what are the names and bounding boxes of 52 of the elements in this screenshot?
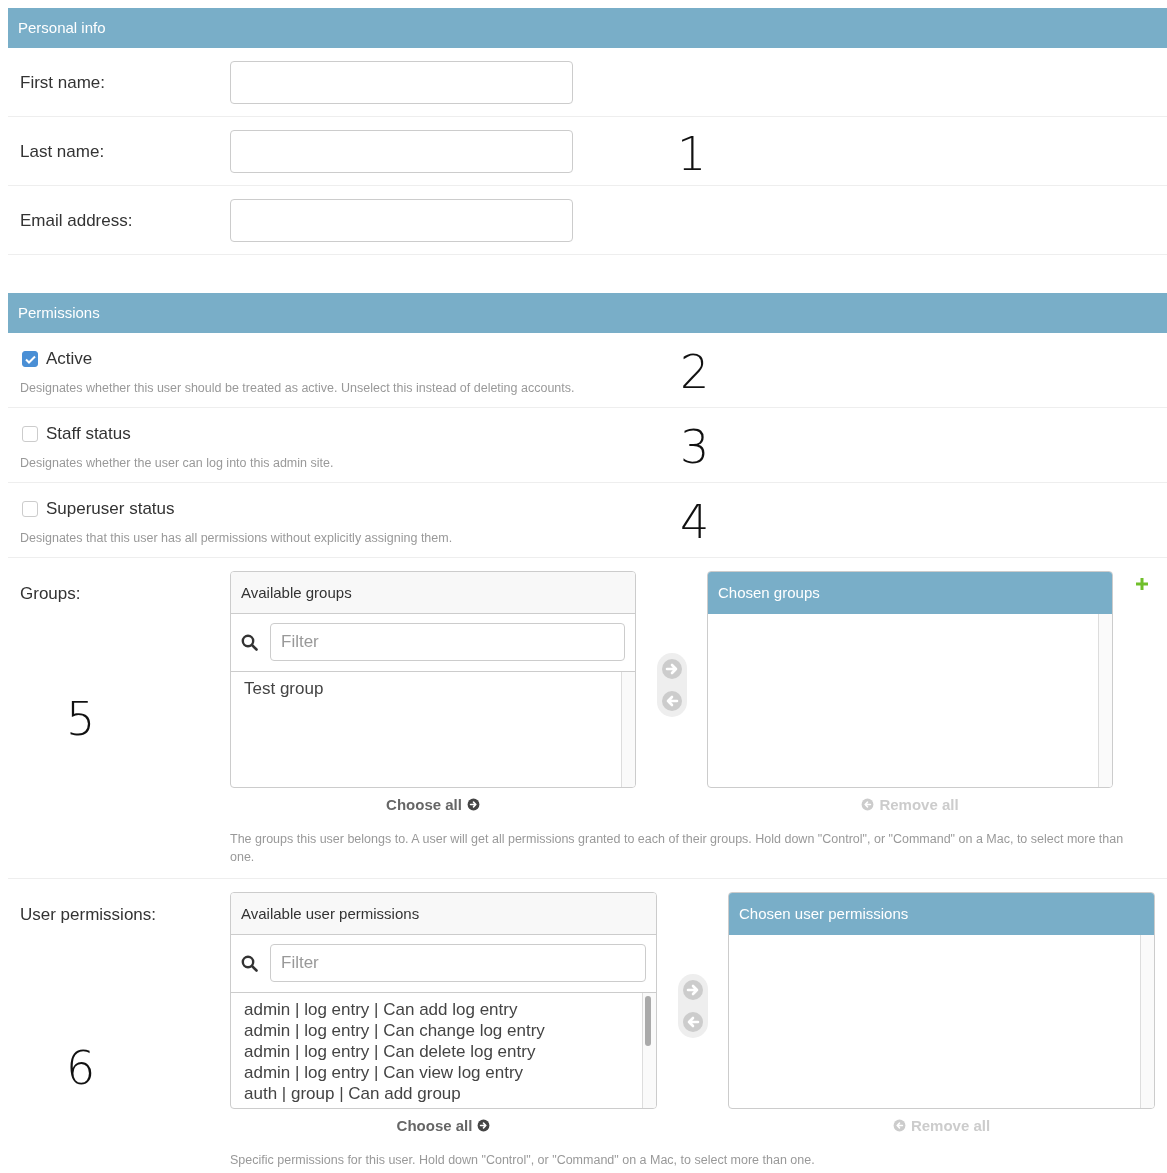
panel-title: Chosen groups [708,572,1112,614]
text-input[interactable] [230,130,573,173]
arrow-icon [466,798,480,811]
panel-title: Chosen user permissions [729,893,1154,935]
panel-title: Available groups [231,572,635,614]
scrollbar-track[interactable] [1098,614,1112,787]
annotation-number: 3 [680,424,710,470]
list-option[interactable]: admin | log entry | Can delete log entry [244,1041,629,1062]
scrollbar-thumb[interactable] [645,996,651,1046]
field-label: Last name: [20,141,106,163]
list-option[interactable]: admin | log entry | Can add log entry [244,999,629,1020]
list-option[interactable]: admin | log entry | Can change log entry [244,1020,629,1041]
checkbox[interactable] [22,426,38,442]
choose-all-link[interactable]: Choose all [386,796,480,813]
filter-field[interactable]: Filter [270,944,646,982]
field-label: First name: [20,72,107,94]
checkbox-label: Staff status [46,424,131,444]
help-text: Designates whether the user can log into this admin site. [20,455,335,472]
checkbox-label: Active [46,349,93,369]
text-input[interactable] [230,199,573,242]
annotation-number: 2 [680,349,710,395]
arrow-icon [861,798,875,811]
annotation-number: 6 [66,1045,97,1091]
scrollbar-track[interactable] [1140,935,1154,1108]
text-input[interactable] [230,61,573,104]
checkbox-label: Superuser status [46,499,175,519]
scrollbar-track[interactable] [642,993,656,1108]
help-text: The groups this user belongs to. A user will get all permissions granted to each of their groups. Hold down "Control", or "Command" on a Mac, to select more than one. [230,831,1125,866]
field-label: Groups: [20,584,82,604]
help-text: Designates whether this user should be treated as active. Unselect this instead of deleting accounts. [20,380,576,397]
search-icon [241,633,258,651]
filter-field[interactable]: Filter [270,623,625,661]
search-icon [241,954,258,972]
list-option[interactable]: Test group [244,678,608,699]
scrollbar-track[interactable] [621,672,635,787]
arrow-icon [477,1119,491,1132]
field-label: Email address: [20,210,134,232]
help-text: Designates that this user has all permissions without explicitly assigning them. [20,530,454,547]
section-header: Permissions [8,293,1167,333]
annotation-number: 5 [66,696,97,742]
checkbox[interactable] [22,351,38,367]
help-text: Specific permissions for this user. Hold down "Control", or "Command" on a Mac, to select more than one. [230,1152,816,1169]
section-header: Personal info [8,8,1167,48]
annotation-number: 1 [677,131,707,177]
panel-title: Available user permissions [231,893,656,935]
annotation-number: 4 [680,499,710,545]
choose-all-link[interactable]: Choose all [396,1117,491,1134]
checkbox[interactable] [22,501,38,517]
add-icon[interactable] [1135,577,1149,591]
list-option[interactable]: auth | group | Can add group [244,1083,629,1104]
field-label: User permissions: [20,905,158,925]
list-option[interactable]: admin | log entry | Can view log entry [244,1062,629,1083]
